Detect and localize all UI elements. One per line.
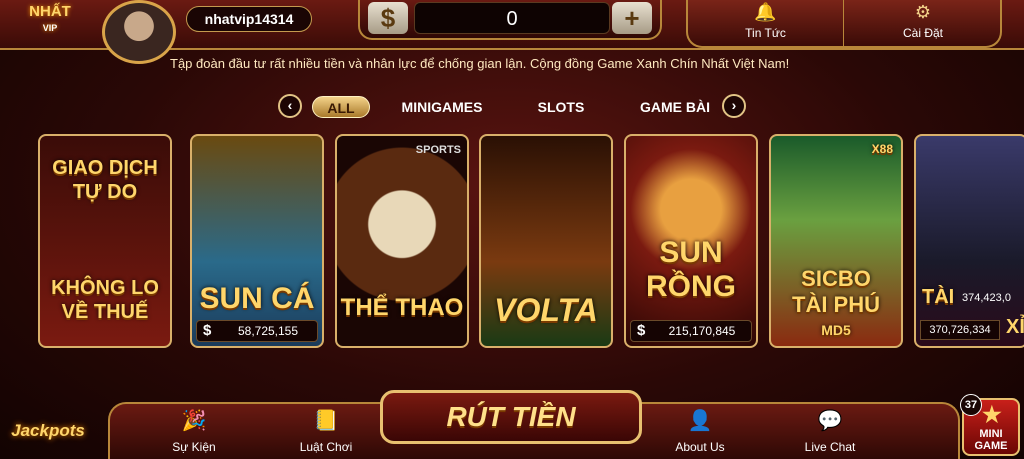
jackpot-value: $ 215,170,845 [630,320,752,342]
card-extra: XỈ [1006,316,1024,338]
card-title: SUN RỒNG [646,236,736,303]
username-label[interactable]: nhatvip14314 [186,6,312,32]
announcement-ticker: Tập đoàn đầu tư rất nhiều tiền và nhân l… [170,56,790,71]
chat-icon: 💬 [817,410,843,432]
game-card-giao-dich[interactable]: GIAO DỊCH TỰ DO KHÔNG LO VỀ THUẾ [38,134,172,348]
prev-category-button[interactable]: ‹ [278,94,302,118]
avatar[interactable] [102,0,176,64]
card-subtitle: KHÔNG LO VỀ THUẾ [51,277,159,323]
about-label: About Us [675,440,725,454]
game-label: GAME [974,440,1008,452]
tab-game-bai[interactable]: GAME BÀI [634,96,716,118]
game-cards: GIAO DỊCH TỰ DO KHÔNG LO VỀ THUẾ SUN CÁ … [38,134,1024,350]
currency-symbol: $ [637,322,646,339]
game-card-sun-rong[interactable]: SUN RỒNG $ 215,170,845 [624,134,758,348]
rules-label: Luật Chơi [299,440,353,454]
card-title: GIAO DỊCH TỰ DO [52,157,158,203]
gear-icon: ⚙ [914,2,932,22]
game-card-sun-ca[interactable]: SUN CÁ $ 58,725,155 [190,134,324,348]
game-card-sicbo[interactable]: X88 SICBO TÀI PHÚ MD5 [769,134,903,348]
card-subtitle: MD5 [821,322,851,338]
card-title: VOLTA [494,292,598,328]
chat-label: Live Chat [804,440,856,454]
game-card-tai-xiu[interactable]: TÀI 374,423,0 370,726,334 XỈ [914,134,1024,348]
app-logo: NHẤT VIP [8,4,92,44]
logo-subtext: VIP [42,23,58,33]
card-title: THỂ THAO [340,294,464,321]
balance-value: 0 [414,2,610,34]
star-icon: ★ [982,402,1002,427]
jackpot-amount: 215,170,845 [668,324,736,338]
jackpot-amount: 58,725,155 [237,324,299,338]
about-button[interactable]: 👤 About Us [650,408,750,458]
news-label: Tin Tức [745,26,786,40]
events-button[interactable]: 🎉 Sự Kiện [144,408,244,458]
balance-panel: $ 0 + [358,0,662,40]
events-label: Sự Kiện [172,440,216,454]
tab-minigames[interactable]: MINIGAMES [390,96,494,118]
currency-symbol: $ [203,322,212,339]
sports-badge: SPORTS [415,144,461,156]
card-title: SICBO TÀI PHÚ [792,266,880,317]
user-desk-icon: 👤 [687,410,713,432]
jackpot-value: $ 58,725,155 [196,320,318,342]
rules-button[interactable]: 📒 Luật Chơi [276,408,376,458]
tab-all[interactable]: ALL [312,96,370,118]
jackpot-amount: 370,726,334 [920,320,1000,340]
add-funds-button[interactable]: + [612,2,652,34]
news-button[interactable]: 🔔 Tin Tức [688,0,844,46]
mini-game-button[interactable]: 37 ★ MINI GAME [960,394,1020,456]
bell-icon: 🔔 [754,2,777,22]
x88-badge: X88 [871,142,893,156]
next-category-button[interactable]: › [722,94,746,118]
mini-label: MINI [979,428,1003,440]
settings-label: Cài Đặt [902,26,943,40]
live-chat-button[interactable]: 💬 Live Chat [780,408,880,458]
game-card-volta[interactable]: VOLTA [479,134,613,348]
tab-slots[interactable]: SLOTS [526,96,596,118]
settings-button[interactable]: ⚙ Cài Đặt [845,0,1001,46]
book-icon: 📒 [313,410,339,432]
jackpot-top: 374,423,0 [962,292,1011,304]
logo-text: NHẤT [29,3,71,20]
game-card-the-thao[interactable]: SPORTS THỂ THAO [335,134,469,348]
withdraw-button[interactable]: RÚT TIỀN [380,390,642,444]
top-right-menu: 🔔 Tin Tức ⚙ Cài Đặt [686,0,1002,48]
card-title: SUN CÁ [199,282,315,315]
dollar-icon[interactable]: $ [368,2,408,34]
category-bar: ‹ ALL MINIGAMES SLOTS GAME BÀI › [278,94,748,120]
jackpots-logo[interactable]: Jackpots [0,366,96,450]
party-icon: 🎉 [181,410,207,432]
notification-badge: 37 [960,394,982,416]
